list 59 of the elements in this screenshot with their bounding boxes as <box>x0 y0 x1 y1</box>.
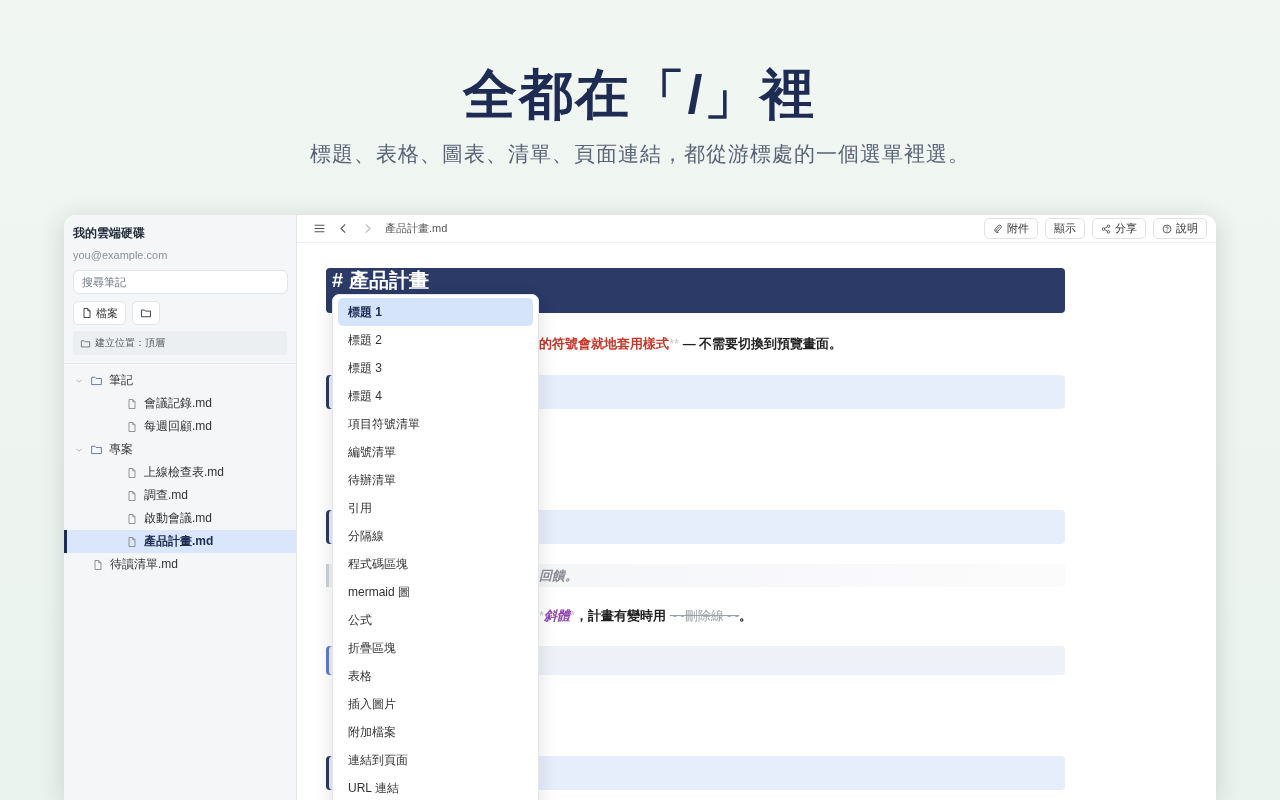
drive-name: 我的雲端硬碟 <box>73 225 146 241</box>
new-folder-button[interactable] <box>132 301 160 325</box>
folder-icon <box>140 307 152 319</box>
folder-icon <box>80 337 91 349</box>
file-item[interactable]: 待讀清單.md <box>64 553 296 576</box>
help-icon <box>1162 223 1172 234</box>
menu-item[interactable]: 編號清單 <box>338 438 533 466</box>
attachments-button[interactable]: 附件 <box>984 218 1038 239</box>
menu-item[interactable]: 公式 <box>338 606 533 634</box>
display-button[interactable]: 顯示 <box>1045 218 1085 239</box>
menu-item[interactable]: 附加檔案 <box>338 718 533 746</box>
folder-item[interactable]: 筆記 <box>64 369 296 392</box>
file-icon <box>126 535 138 548</box>
folder-icon <box>90 443 103 456</box>
file-icon <box>92 558 104 571</box>
menu-item[interactable]: 標題 3 <box>338 354 533 382</box>
paragraph: *斜體*，計畫有變時用 ~~刪除線~~。 <box>539 607 753 625</box>
headline: 全都在「/」裡 <box>463 63 817 126</box>
account-email: you@example.com <box>73 248 169 262</box>
file-item[interactable]: 會議記錄.md <box>64 392 296 415</box>
location-label: 建立位置：頂層 <box>95 336 165 350</box>
breadcrumb[interactable]: 產品計畫.md <box>385 221 448 236</box>
file-item[interactable]: 上線檢查表.md <box>64 461 296 484</box>
menu-item[interactable]: mermaid 圖 <box>338 578 533 606</box>
share-icon <box>1101 223 1111 234</box>
menu-item[interactable]: 項目符號清單 <box>338 410 533 438</box>
menu-item[interactable]: 待辦清單 <box>338 466 533 494</box>
menu-item[interactable]: 程式碼區塊 <box>338 550 533 578</box>
menu-item[interactable]: 標題 1 <box>338 298 533 326</box>
file-item[interactable]: 啟動會議.md <box>64 507 296 530</box>
menu-item[interactable]: 分隔線 <box>338 522 533 550</box>
quote-text: 回饋。 <box>539 566 578 585</box>
menu-item[interactable]: 表格 <box>338 662 533 690</box>
menu-item[interactable]: 標題 4 <box>338 382 533 410</box>
file-icon <box>126 420 138 433</box>
menu-item[interactable]: URL 連結 <box>338 774 533 800</box>
share-button[interactable]: 分享 <box>1092 218 1146 239</box>
new-file-button[interactable]: 檔案 <box>73 301 126 325</box>
file-icon <box>81 307 93 319</box>
menu-item[interactable]: 標題 2 <box>338 326 533 354</box>
file-icon <box>126 397 138 410</box>
folder-icon <box>90 374 103 387</box>
file-item[interactable]: 產品計畫.md <box>64 530 296 553</box>
menu-icon <box>313 222 326 235</box>
file-item[interactable]: 調查.md <box>64 484 296 507</box>
file-icon <box>126 512 138 525</box>
menu-item[interactable]: 插入圖片 <box>338 690 533 718</box>
paragraph: 的符號會就地套用樣式** — 不需要切換到預覽畫面。 <box>539 335 843 353</box>
file-icon <box>126 466 138 479</box>
help-button[interactable]: 說明 <box>1153 218 1207 239</box>
subtitle: 標題、表格、圖表、清單、頁面連結，都從游標處的一個選單裡選。 <box>310 141 970 167</box>
menu-item[interactable]: 折疊區塊 <box>338 634 533 662</box>
file-item[interactable]: 每週回顧.md <box>64 415 296 438</box>
menu-item[interactable]: 引用 <box>338 494 533 522</box>
folder-item[interactable]: 專案 <box>64 438 296 461</box>
menu-item[interactable]: 連結到頁面 <box>338 746 533 774</box>
file-icon <box>126 489 138 502</box>
search-field[interactable]: 搜尋筆記 <box>73 270 288 294</box>
paperclip-icon <box>993 223 1003 234</box>
